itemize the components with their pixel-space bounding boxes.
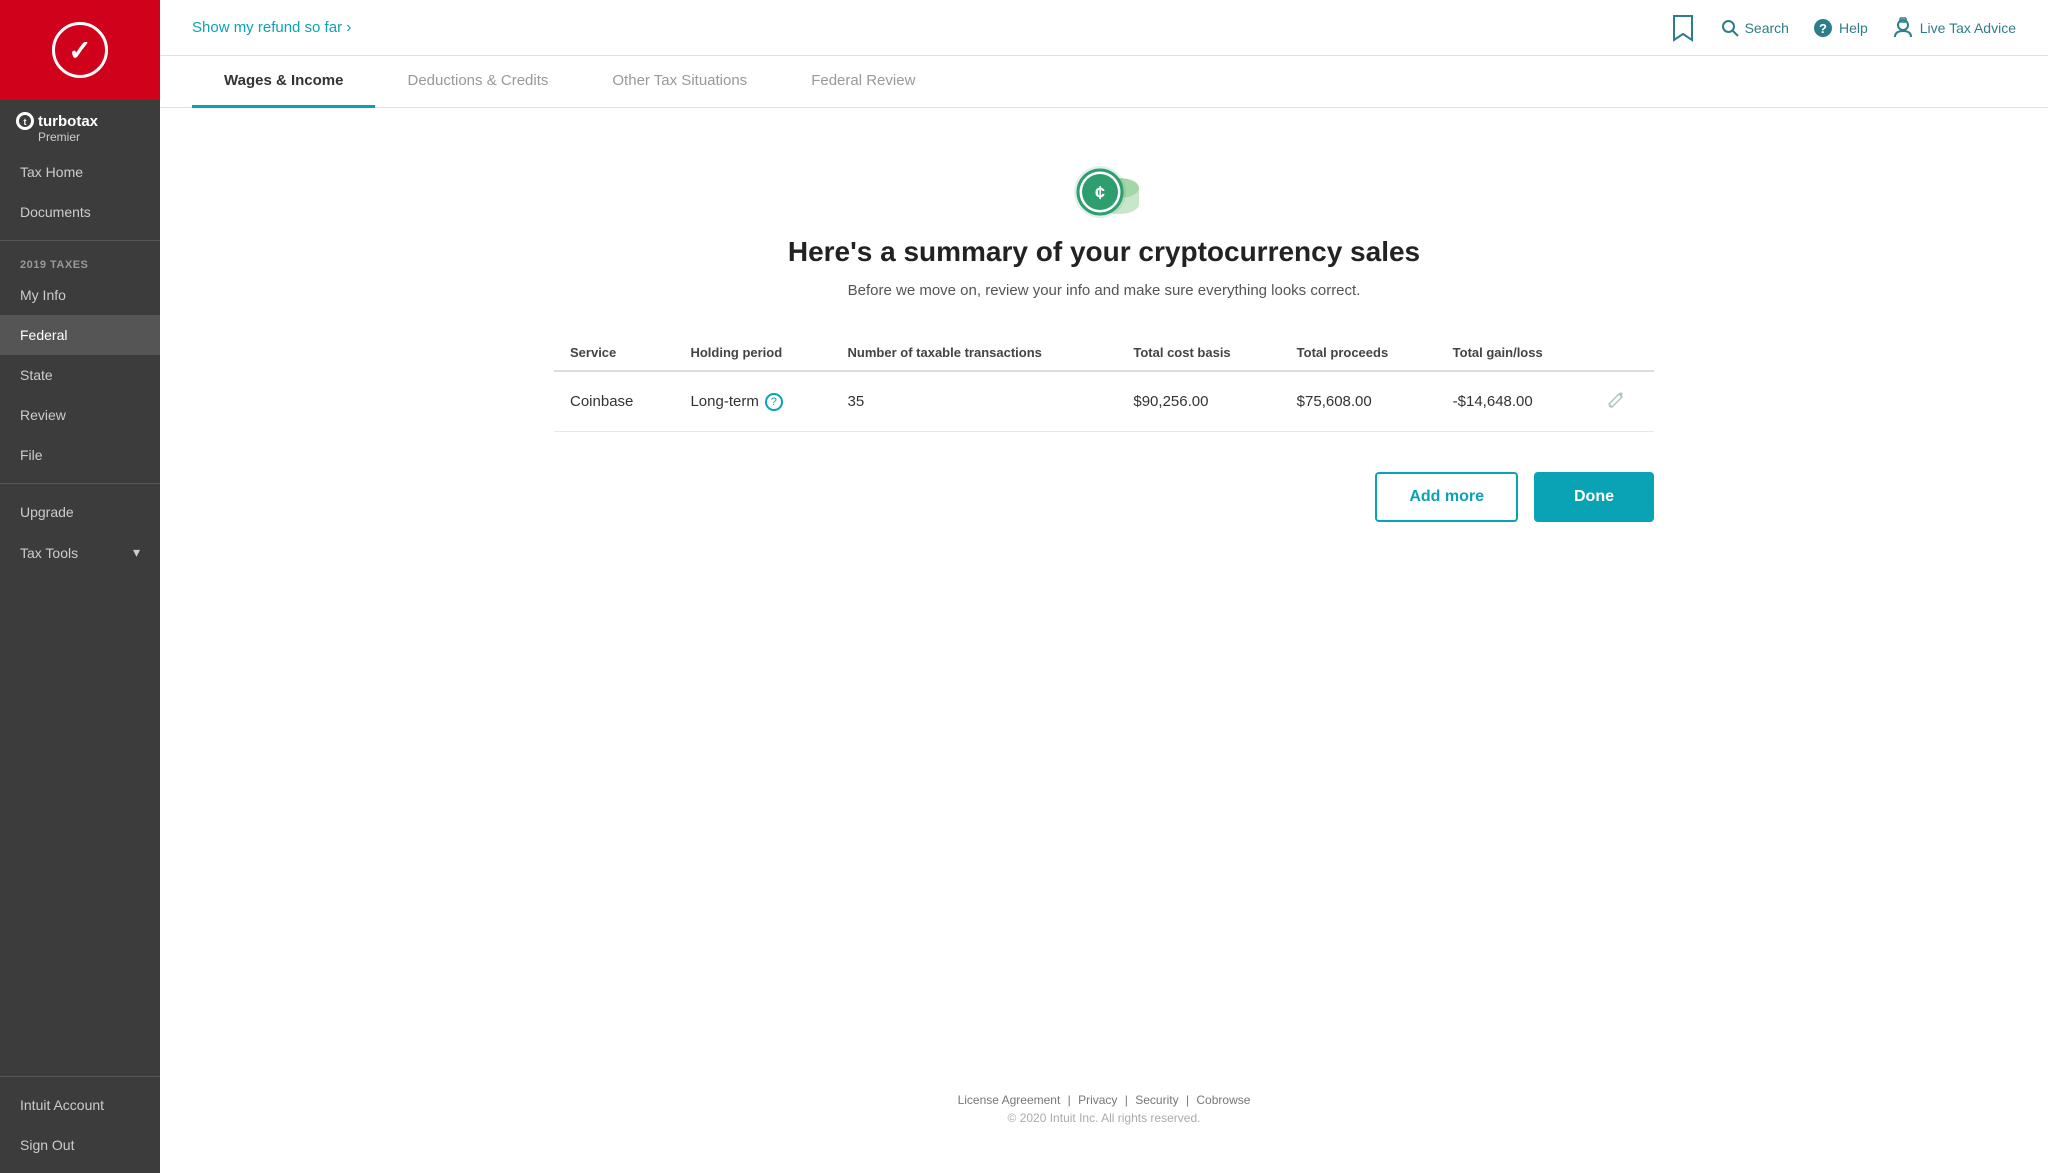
bookmark-button[interactable] <box>1669 14 1697 42</box>
sidebar-nav: Tax Home Documents 2019 TAXES My Info Fe… <box>0 152 160 1076</box>
table-row: Coinbase Long-term ? 35 $90,256.00 $75,6… <box>554 371 1654 432</box>
col-header-cost-basis: Total cost basis <box>1117 335 1280 371</box>
chevron-down-icon: ▾ <box>133 544 140 561</box>
svg-text:?: ? <box>1819 21 1827 36</box>
add-more-button[interactable]: Add more <box>1375 472 1518 522</box>
tab-federal-review[interactable]: Federal Review <box>779 56 947 108</box>
cell-edit <box>1591 371 1654 432</box>
live-tax-advice-button[interactable]: Live Tax Advice <box>1892 17 2016 39</box>
action-buttons: Add more Done <box>554 472 1654 522</box>
sidebar-item-documents[interactable]: Documents <box>0 192 160 232</box>
search-icon <box>1721 19 1739 37</box>
refund-arrow-icon: › <box>346 19 351 37</box>
sidebar-brand: t turbotax Premier <box>0 100 160 152</box>
edit-row-button[interactable] <box>1607 392 1625 412</box>
footer-license-link[interactable]: License Agreement <box>958 1093 1061 1107</box>
brand-tier-text: Premier <box>38 130 80 144</box>
live-advice-icon <box>1892 17 1914 39</box>
col-header-holding-period: Holding period <box>674 335 831 371</box>
page-content: ¢ Here's a summary of your cryptocurrenc… <box>160 108 2048 1173</box>
footer-security-link[interactable]: Security <box>1135 1093 1178 1107</box>
footer-links: License Agreement | Privacy | Security |… <box>958 1093 1251 1107</box>
tab-other-tax-situations[interactable]: Other Tax Situations <box>580 56 779 108</box>
sidebar-item-federal[interactable]: Federal <box>0 315 160 355</box>
footer-cobrowse-link[interactable]: Cobrowse <box>1196 1093 1250 1107</box>
sidebar-item-sign-out[interactable]: Sign Out <box>0 1125 160 1165</box>
sidebar-item-tax-home[interactable]: Tax Home <box>0 152 160 192</box>
summary-table: Service Holding period Number of taxable… <box>554 335 1654 432</box>
cell-service: Coinbase <box>554 371 674 432</box>
col-header-proceeds: Total proceeds <box>1281 335 1437 371</box>
tab-wages-income[interactable]: Wages & Income <box>192 56 375 108</box>
footer-copyright: © 2020 Intuit Inc. All rights reserved. <box>958 1111 1251 1125</box>
crypto-icon: ¢ <box>1064 156 1144 216</box>
cell-holding-period: Long-term ? <box>674 371 831 432</box>
sidebar-item-upgrade[interactable]: Upgrade <box>0 492 160 532</box>
page-subtitle: Before we move on, review your info and … <box>848 282 1361 299</box>
cell-transactions: 35 <box>832 371 1118 432</box>
page-footer: License Agreement | Privacy | Security |… <box>958 1069 1251 1141</box>
cell-cost-basis: $90,256.00 <box>1117 371 1280 432</box>
bookmark-icon <box>1672 14 1694 42</box>
col-header-gain-loss: Total gain/loss <box>1437 335 1591 371</box>
sidebar-item-state[interactable]: State <box>0 355 160 395</box>
col-header-actions <box>1591 335 1654 371</box>
cell-gain-loss: -$14,648.00 <box>1437 371 1591 432</box>
sidebar-section-label: 2019 TAXES <box>0 249 160 275</box>
sidebar: ✓ t turbotax Premier Tax Home Documents … <box>0 0 160 1173</box>
help-button[interactable]: ? Help <box>1813 18 1868 38</box>
sidebar-item-review[interactable]: Review <box>0 395 160 435</box>
sidebar-item-file[interactable]: File <box>0 435 160 475</box>
svg-text:¢: ¢ <box>1095 183 1105 203</box>
holding-period-help-icon[interactable]: ? <box>765 393 783 411</box>
brand-name-text: turbotax <box>38 113 98 130</box>
refund-link[interactable]: Show my refund so far › <box>192 19 351 37</box>
sidebar-item-my-info[interactable]: My Info <box>0 275 160 315</box>
topbar-right: Search ? Help Live Tax Advice <box>1669 14 2016 42</box>
sidebar-item-tax-tools[interactable]: Tax Tools ▾ <box>0 532 160 573</box>
topbar: Show my refund so far › Search <box>160 0 2048 56</box>
footer-privacy-link[interactable]: Privacy <box>1078 1093 1117 1107</box>
cell-proceeds: $75,608.00 <box>1281 371 1437 432</box>
tab-navigation: Wages & Income Deductions & Credits Othe… <box>160 56 2048 108</box>
col-header-transactions: Number of taxable transactions <box>832 335 1118 371</box>
search-button[interactable]: Search <box>1721 19 1789 37</box>
tab-deductions-credits[interactable]: Deductions & Credits <box>375 56 580 108</box>
help-icon: ? <box>1813 18 1833 38</box>
svg-text:t: t <box>24 117 27 127</box>
turbotax-logo-checkmark: ✓ <box>52 22 108 78</box>
sidebar-logo-area: ✓ <box>0 0 160 100</box>
edit-pencil-icon <box>1607 390 1625 408</box>
crypto-coins-illustration: ¢ <box>1064 156 1154 221</box>
done-button[interactable]: Done <box>1534 472 1654 522</box>
main-content: Show my refund so far › Search <box>160 0 2048 1173</box>
page-title: Here's a summary of your cryptocurrency … <box>788 236 1420 268</box>
sidebar-brand-name: t turbotax <box>16 112 98 130</box>
col-header-service: Service <box>554 335 674 371</box>
turbotax-icon: t <box>16 112 34 130</box>
sidebar-bottom: Intuit Account Sign Out <box>0 1076 160 1173</box>
sidebar-item-intuit-account[interactable]: Intuit Account <box>0 1085 160 1125</box>
